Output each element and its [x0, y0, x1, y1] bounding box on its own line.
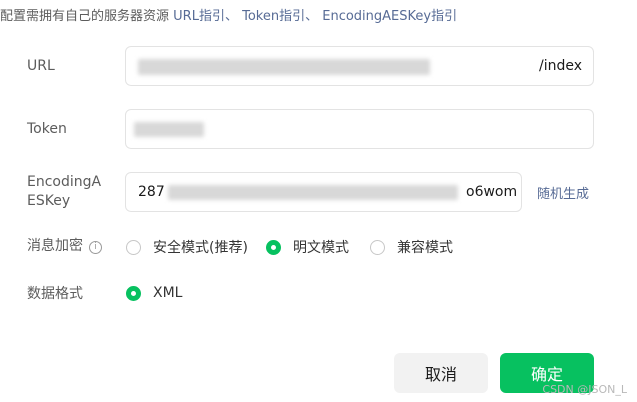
radio-checked-icon [126, 285, 141, 301]
radio-checked-icon [266, 239, 281, 255]
radio-compat-mode[interactable]: 兼容模式 [370, 237, 453, 257]
radio-safe-mode[interactable]: 安全模式(推荐) [126, 237, 248, 257]
token-input[interactable] [125, 109, 594, 149]
encryption-label: 消息加密 i [27, 236, 102, 256]
watermark: CSDN @JSON_L [542, 383, 627, 396]
aeskey-redaction [168, 185, 458, 200]
aeskey-label-line1: EncodingA [27, 174, 102, 190]
radio-plain-mode[interactable]: 明文模式 [266, 237, 349, 257]
random-generate-link[interactable]: 随机生成 [537, 183, 589, 202]
url-label: URL [27, 58, 55, 74]
radio-circle-icon [126, 239, 141, 255]
aeskey-value-prefix: 287 [138, 184, 165, 200]
aeskey-input[interactable]: 287 o6wom [125, 172, 522, 212]
format-label: 数据格式 [27, 286, 83, 302]
radio-circle-icon [370, 239, 385, 255]
radio-compat-mode-label: 兼容模式 [397, 240, 453, 256]
radio-xml[interactable]: XML [126, 285, 182, 301]
url-input[interactable]: /index [125, 46, 594, 86]
url-redaction [138, 59, 430, 75]
aeskey-label-line2: ESKey [27, 193, 71, 209]
aeskey-value-suffix: o6wom [466, 184, 518, 200]
info-circle-icon[interactable]: i [89, 241, 102, 254]
token-guide-link[interactable]: Token指引、 [242, 9, 318, 24]
radio-safe-mode-label: 安全模式(推荐) [153, 240, 248, 256]
radio-plain-mode-label: 明文模式 [293, 240, 349, 256]
aeskey-guide-link[interactable]: EncodingAESKey指引 [322, 9, 457, 24]
encryption-label-text: 消息加密 [27, 238, 83, 254]
config-hint-text: 配置需拥有自己的服务器资源 [0, 9, 170, 24]
config-hint: 配置需拥有自己的服务器资源 URL指引、 Token指引、 EncodingAE… [0, 5, 457, 24]
url-guide-link[interactable]: URL指引、 [173, 9, 238, 24]
aeskey-label: EncodingA ESKey [27, 173, 101, 211]
radio-xml-label: XML [153, 285, 183, 301]
url-value: /index [539, 58, 583, 74]
token-redaction [134, 122, 204, 137]
token-label: Token [27, 121, 67, 137]
cancel-button[interactable]: 取消 [394, 353, 488, 393]
